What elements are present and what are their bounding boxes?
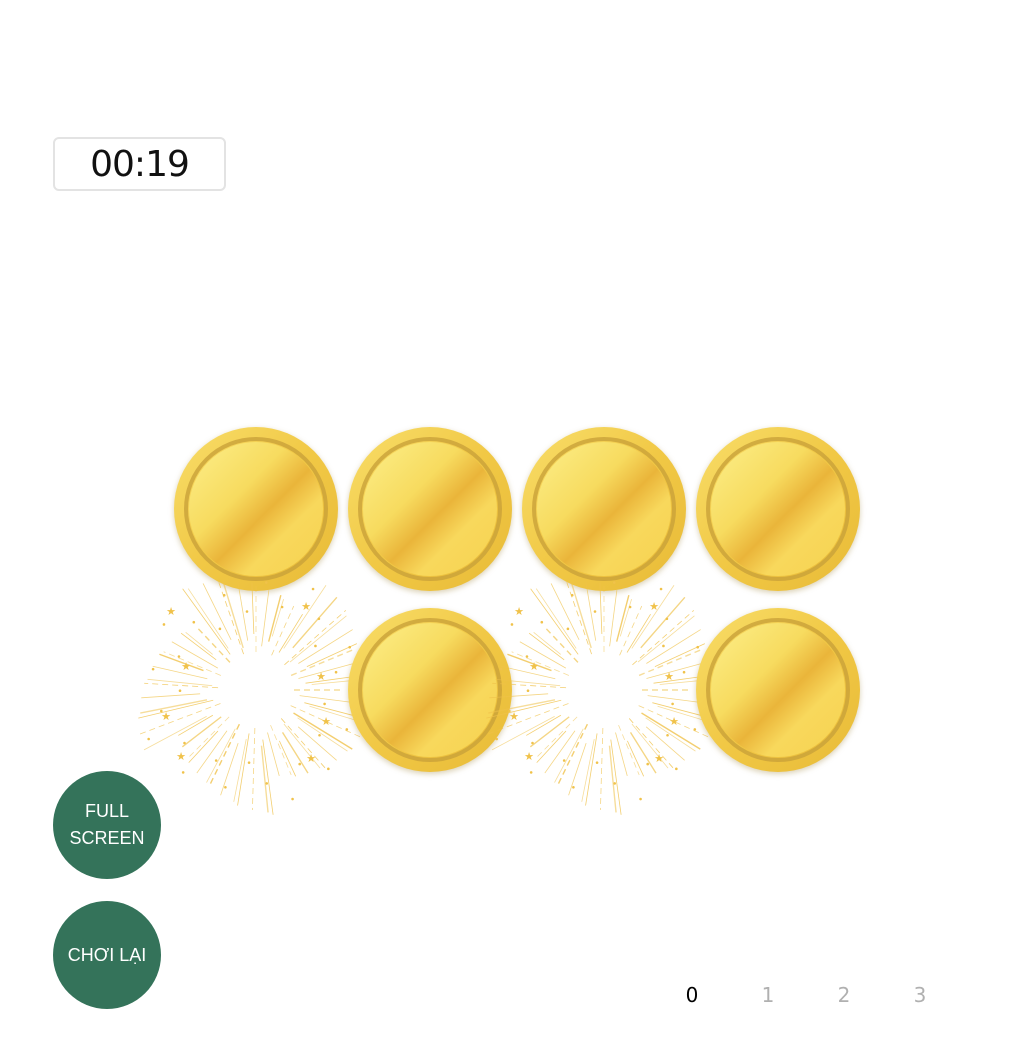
svg-text:★: ★ — [664, 670, 674, 683]
svg-text:★: ★ — [321, 715, 331, 728]
coin-icon[interactable] — [694, 606, 862, 774]
page-2[interactable]: 2 — [824, 983, 864, 1007]
svg-text:★: ★ — [181, 660, 191, 673]
revealed-card-5: ★ ★ ★ ★ ★ ★ ★ ★ — [138, 580, 381, 815]
revealed-card-7: ★ ★ ★ ★ ★ ★ ★ ★ — [486, 580, 729, 815]
svg-text:★: ★ — [669, 715, 679, 728]
page-0[interactable]: 0 — [672, 983, 712, 1007]
replay-button[interactable]: CHƠI LẠI — [53, 901, 161, 1009]
svg-text:★: ★ — [649, 600, 659, 613]
svg-text:★: ★ — [161, 710, 171, 723]
svg-text:★: ★ — [306, 752, 316, 765]
svg-text:★: ★ — [509, 710, 519, 723]
svg-text:★: ★ — [654, 752, 664, 765]
svg-text:★: ★ — [301, 600, 311, 613]
svg-text:★: ★ — [529, 660, 539, 673]
svg-text:★: ★ — [176, 750, 186, 763]
page-3[interactable]: 3 — [900, 983, 940, 1007]
svg-text:★: ★ — [316, 670, 326, 683]
coin-card-8[interactable] — [694, 606, 862, 774]
fullscreen-button[interactable]: FULL SCREEN — [53, 771, 161, 879]
pagination: 0 1 2 3 — [668, 983, 958, 1009]
timer-display: 00:19 — [53, 137, 226, 191]
svg-text:★: ★ — [514, 605, 524, 618]
svg-text:★: ★ — [524, 750, 534, 763]
page-1[interactable]: 1 — [748, 983, 788, 1007]
svg-text:★: ★ — [166, 605, 176, 618]
